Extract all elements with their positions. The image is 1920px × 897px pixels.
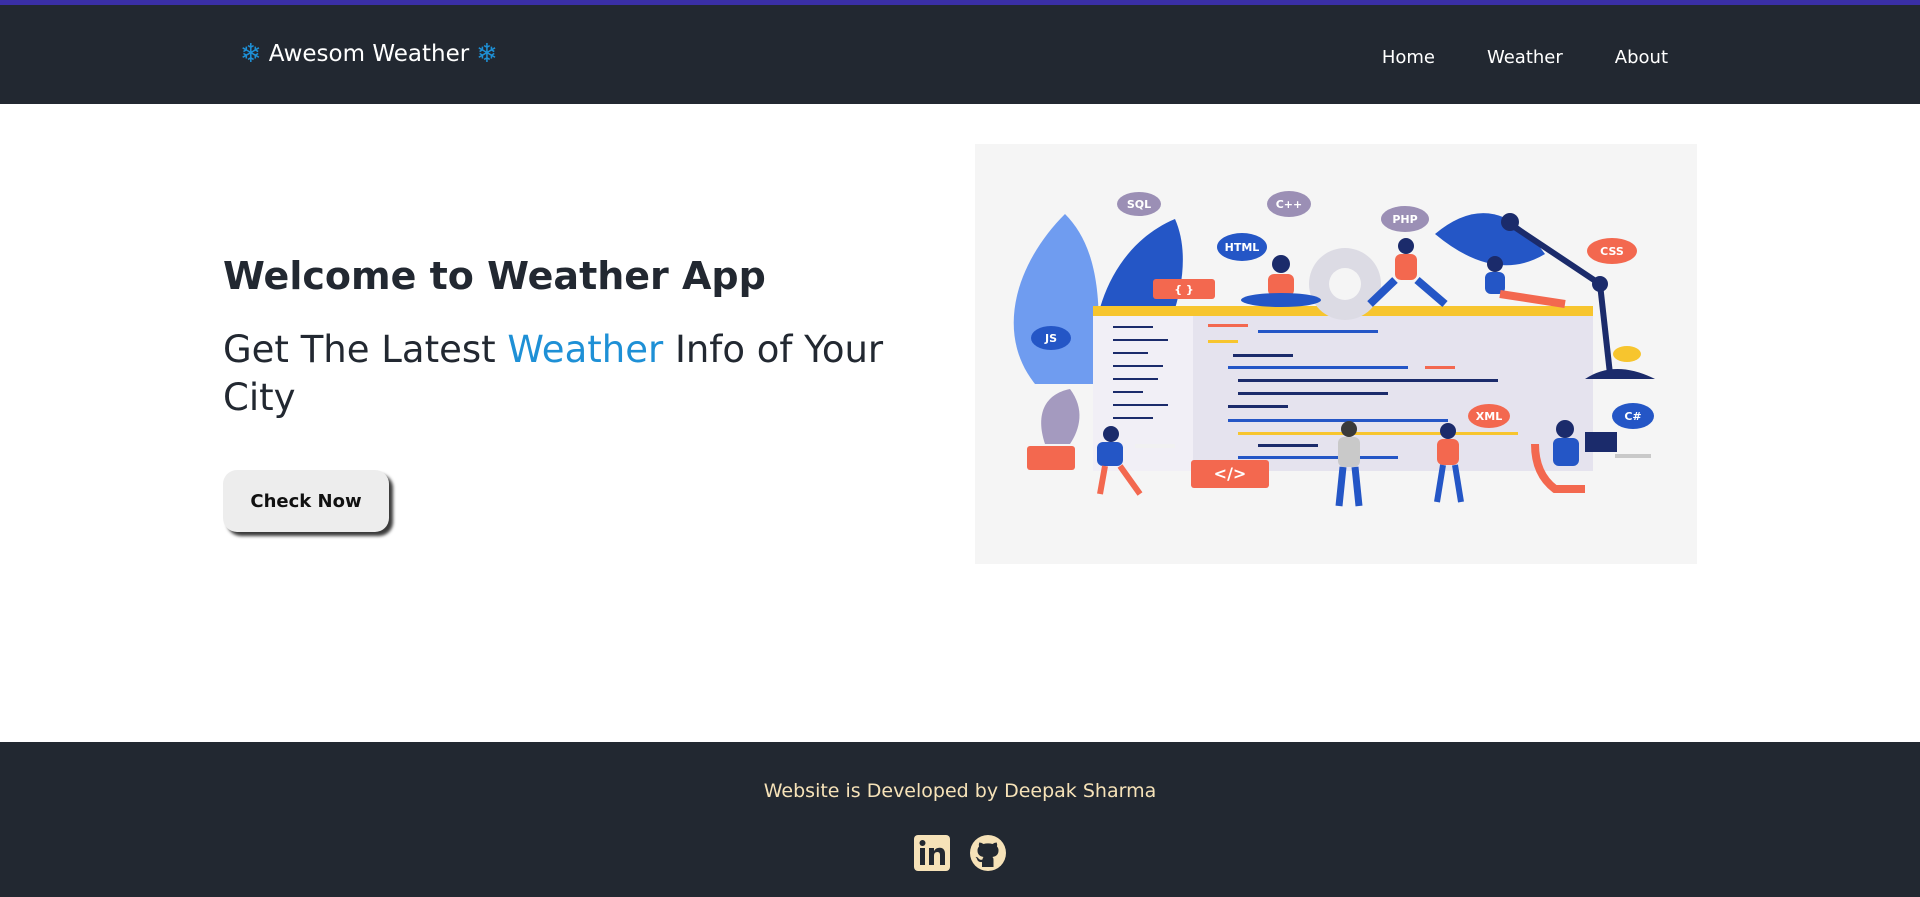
main-nav: Home Weather About — [1382, 47, 1668, 68]
developer-illustration: SQL C++ PHP HTML CSS JS C# XML { } </> — [975, 144, 1697, 564]
footer: Website is Developed by Deepak Sharma — [0, 742, 1920, 897]
navbar: ❄ Awesom Weather ❄ Home Weather About — [0, 5, 1920, 104]
svg-text:HTML: HTML — [1225, 241, 1260, 254]
svg-text:C++: C++ — [1276, 198, 1303, 211]
hero-subtitle: Get The Latest Weather Info of Your City — [223, 326, 923, 422]
footer-credit: Website is Developed by Deepak Sharma — [763, 780, 1157, 802]
svg-text:CSS: CSS — [1600, 245, 1624, 258]
snowflake-icon: ❄ — [240, 39, 262, 69]
svg-text:SQL: SQL — [1127, 198, 1151, 211]
svg-text:PHP: PHP — [1392, 213, 1417, 226]
nav-about-link[interactable]: About — [1615, 47, 1668, 68]
github-icon[interactable] — [969, 834, 1007, 872]
svg-text:JS: JS — [1044, 332, 1057, 345]
social-links — [0, 834, 1920, 872]
linkedin-icon[interactable] — [913, 834, 951, 872]
hero-title: Welcome to Weather App — [223, 254, 766, 298]
svg-text:{ }: { } — [1174, 283, 1194, 296]
snowflake-icon: ❄ — [476, 39, 498, 69]
svg-text:</>: </> — [1214, 464, 1247, 483]
hero-section: Welcome to Weather App Get The Latest We… — [0, 104, 1920, 742]
brand-logo[interactable]: ❄ Awesom Weather ❄ — [240, 41, 498, 67]
check-now-button[interactable]: Check Now — [223, 470, 389, 532]
nav-weather-link[interactable]: Weather — [1487, 47, 1563, 68]
svg-text:C#: C# — [1624, 410, 1641, 423]
nav-home-link[interactable]: Home — [1382, 47, 1435, 68]
svg-text:XML: XML — [1476, 410, 1502, 423]
brand-name: Awesom Weather — [268, 41, 470, 67]
hero-subtitle-accent: Weather — [507, 328, 664, 371]
hero-subtitle-part: Get The Latest — [223, 328, 508, 371]
